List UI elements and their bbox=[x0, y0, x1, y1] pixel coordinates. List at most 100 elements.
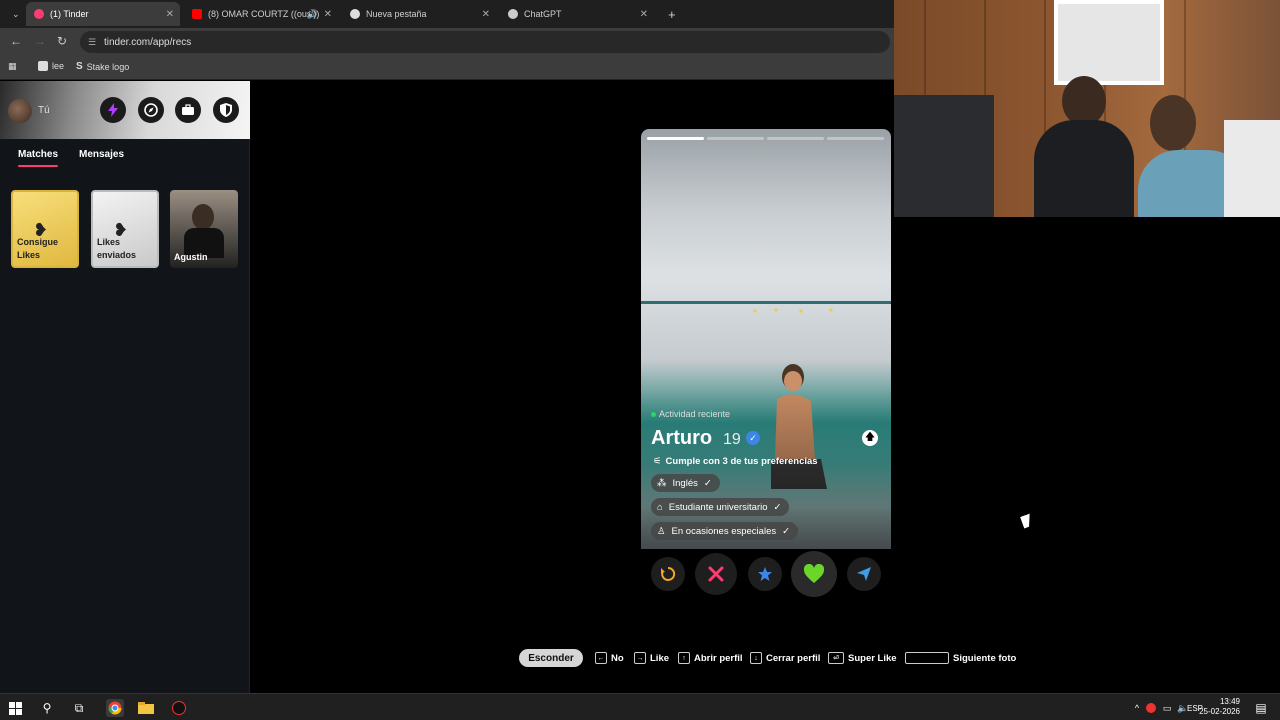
profile-photo[interactable]: Actividad reciente Arturo 19 ✓ 🡅 ⚟ Cumpl… bbox=[641, 129, 891, 549]
open-profile-arrow-icon[interactable]: 🡅 bbox=[862, 430, 878, 446]
boost-send-button[interactable] bbox=[847, 557, 881, 591]
likes-sent-card[interactable]: ❥ Likes enviados bbox=[91, 190, 159, 268]
window bbox=[1054, 0, 1164, 85]
tab-chatgpt[interactable]: ChatGPT ✕ bbox=[500, 2, 654, 26]
clock[interactable]: 13:49 25-02-2026 bbox=[1199, 697, 1240, 717]
x-icon bbox=[708, 566, 724, 582]
language-icon: ⁂ bbox=[657, 477, 667, 489]
tinder-favicon-icon bbox=[34, 9, 44, 19]
tab-tinder[interactable]: (1) Tinder ✕ bbox=[26, 2, 180, 26]
close-tab-icon[interactable]: ✕ bbox=[640, 9, 648, 20]
up-key-icon: ↑ bbox=[678, 652, 690, 664]
paper-plane-icon bbox=[857, 567, 871, 581]
rewind-button[interactable] bbox=[651, 557, 685, 591]
app-icon[interactable] bbox=[170, 699, 188, 717]
taskbar: ⚲ ⧉ ^ ▭ 🔈 ESP 13:49 25-02-2026 ▤ bbox=[0, 693, 1280, 720]
photo-progress-segment bbox=[707, 137, 764, 140]
photo-progress-segment bbox=[827, 137, 884, 140]
boost-button[interactable] bbox=[100, 97, 126, 123]
super-like-button[interactable] bbox=[748, 557, 782, 591]
youtube-favicon-icon bbox=[192, 9, 202, 19]
chip-education: ⌂ Estudiante universitario ✓ bbox=[651, 498, 790, 516]
tab-search-button[interactable]: ⌄ bbox=[4, 2, 24, 26]
chrome-favicon-icon bbox=[350, 9, 360, 19]
tab-new-tab[interactable]: Nueva pestaña ✕ bbox=[342, 2, 496, 26]
tab-matches[interactable]: Matches bbox=[18, 149, 58, 160]
photo-progress-segment bbox=[767, 137, 824, 140]
photo-progress-segment bbox=[647, 137, 704, 140]
url-input[interactable]: ☰ tinder.com/app/recs bbox=[80, 31, 890, 53]
rewind-icon bbox=[661, 566, 676, 581]
lightning-icon bbox=[108, 103, 118, 117]
close-tab-icon[interactable]: ✕ bbox=[166, 9, 174, 20]
get-likes-card[interactable]: ❥ Consigue Likes bbox=[11, 190, 79, 268]
nope-button[interactable] bbox=[695, 553, 737, 595]
speaker-icon[interactable]: 🔊 bbox=[307, 9, 318, 20]
notifications-icon[interactable]: ▤ bbox=[1252, 699, 1270, 717]
star-icon bbox=[758, 567, 772, 581]
close-tab-icon[interactable]: ✕ bbox=[482, 9, 490, 20]
apps-grid-icon[interactable]: ▦ bbox=[8, 61, 17, 72]
white-chair bbox=[1224, 120, 1280, 217]
profile-age: 19 bbox=[723, 431, 741, 448]
match-card-agustin[interactable]: Agustin bbox=[170, 190, 238, 268]
file-explorer-icon[interactable] bbox=[137, 699, 155, 717]
down-key-icon: ↓ bbox=[750, 652, 762, 664]
tab-youtube[interactable]: (8) OMAR COURTZ ((ousi)) 🔊 ✕ bbox=[184, 2, 338, 26]
online-dot-icon bbox=[651, 411, 656, 417]
back-arrow-icon[interactable]: ← bbox=[10, 34, 22, 48]
left-key-icon: ← bbox=[595, 652, 607, 664]
windows-start-icon[interactable] bbox=[6, 699, 24, 717]
action-buttons bbox=[641, 549, 891, 605]
person-left-body bbox=[1034, 120, 1134, 217]
mouse-cursor-icon bbox=[1020, 513, 1034, 529]
verified-badge-icon: ✓ bbox=[746, 431, 760, 445]
sidebar-tabs: Matches Mensajes bbox=[0, 139, 250, 175]
heart-icon bbox=[803, 564, 825, 583]
hide-button[interactable]: Esconder bbox=[519, 649, 583, 667]
new-tab-button[interactable]: + bbox=[660, 2, 680, 26]
bookmark-icon bbox=[38, 61, 48, 71]
stake-icon: S bbox=[76, 61, 83, 72]
hint-open-profile: ↑ Abrir perfil bbox=[678, 649, 743, 667]
sidebar: Tú Matches Mensajes ❥ Consigue Likes ❥ L… bbox=[0, 81, 250, 693]
safety-button[interactable] bbox=[213, 97, 239, 123]
person-right-head bbox=[1150, 95, 1196, 151]
chatgpt-favicon-icon bbox=[508, 9, 518, 19]
hint-next-photo: Siguiente foto bbox=[905, 649, 1016, 667]
chrome-taskbar-icon[interactable] bbox=[106, 699, 124, 717]
reload-icon[interactable]: ↻ bbox=[57, 34, 67, 48]
avatar[interactable] bbox=[8, 99, 32, 123]
forward-arrow-icon[interactable]: → bbox=[34, 34, 46, 48]
bookmark-lee[interactable]: lee bbox=[38, 61, 64, 71]
chip-drinking: ♙ En ocasiones especiales ✓ bbox=[651, 522, 799, 540]
monitor-setup bbox=[894, 95, 994, 217]
close-tab-icon[interactable]: ✕ bbox=[324, 9, 332, 20]
person-left-head bbox=[1062, 76, 1106, 126]
briefcase-button[interactable] bbox=[175, 97, 201, 123]
profile-label[interactable]: Tú bbox=[38, 105, 50, 116]
active-tab-indicator bbox=[18, 165, 58, 167]
like-button[interactable] bbox=[791, 551, 837, 597]
compass-icon bbox=[144, 103, 158, 117]
graduation-cap-icon: ⌂ bbox=[657, 501, 663, 513]
site-info-icon[interactable]: ☰ bbox=[88, 37, 96, 48]
bookmark-stake-logo[interactable]: S Stake logo bbox=[76, 61, 129, 72]
tab-messages[interactable]: Mensajes bbox=[79, 149, 124, 160]
chip-language: ⁂ Inglés ✓ bbox=[651, 474, 720, 492]
task-view-icon[interactable]: ⧉ bbox=[70, 699, 88, 717]
glass-icon: ♙ bbox=[657, 525, 666, 537]
briefcase-icon bbox=[182, 104, 194, 115]
sidebar-header: Tú bbox=[0, 81, 250, 139]
profile-card[interactable]: Actividad reciente Arturo 19 ✓ 🡅 ⚟ Cumpl… bbox=[641, 129, 891, 605]
shield-icon bbox=[220, 103, 232, 117]
explore-button[interactable] bbox=[138, 97, 164, 123]
check-icon: ✓ bbox=[773, 501, 782, 513]
enter-key-icon: ⏎ bbox=[828, 652, 844, 664]
hint-no: ← No bbox=[595, 649, 624, 667]
search-icon[interactable]: ⚲ bbox=[38, 699, 56, 717]
sliders-icon: ⚟ bbox=[653, 456, 662, 467]
bookmarks-bar: ▦ lee S Stake logo bbox=[0, 56, 894, 80]
match-photo bbox=[192, 204, 214, 230]
address-bar-row: ← → ↻ ☰ tinder.com/app/recs bbox=[0, 28, 894, 56]
